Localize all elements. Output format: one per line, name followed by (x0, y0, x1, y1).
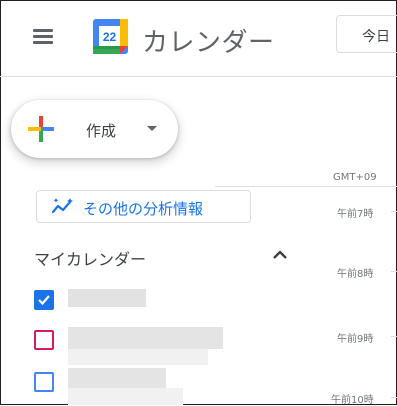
time-label-8am: 午前8時 (337, 269, 374, 280)
time-gridline (391, 271, 397, 272)
insights-icon (52, 198, 73, 214)
timezone-label: GMT+09 (333, 172, 377, 183)
time-gridline (391, 336, 397, 337)
calendar-name-redacted[interactable] (68, 368, 166, 388)
time-gridline (391, 211, 397, 212)
time-label-7am: 午前7時 (337, 209, 374, 220)
header-divider (0, 76, 397, 77)
time-label-10am: 午前10時 (331, 395, 374, 406)
time-label-9am: 午前9時 (337, 334, 374, 345)
more-insights-label: その他の分析情報 (83, 200, 204, 218)
create-button[interactable]: 作成 (11, 100, 178, 158)
main-menu-icon[interactable] (33, 27, 55, 45)
chevron-up-icon[interactable] (272, 250, 288, 260)
chevron-down-icon[interactable] (147, 126, 157, 131)
grid-divider (215, 186, 397, 187)
app-title: カレンダー (142, 28, 275, 58)
calendar-name-redacted-line2 (68, 388, 183, 405)
calendar-logo-icon[interactable]: 22 (92, 18, 129, 55)
calendar-name-redacted-line2 (68, 349, 208, 365)
today-button-label: 今日 (362, 29, 390, 45)
calendar-checkbox[interactable] (34, 290, 54, 310)
create-button-label: 作成 (86, 122, 117, 140)
time-gridline (391, 397, 397, 398)
plus-icon (28, 116, 54, 142)
calendar-name-redacted[interactable] (68, 289, 146, 307)
calendar-name-redacted[interactable] (68, 327, 223, 349)
logo-day-text: 22 (103, 30, 117, 44)
today-button[interactable]: 今日 (336, 15, 397, 53)
calendar-checkbox[interactable] (34, 330, 54, 350)
calendar-checkbox[interactable] (34, 372, 54, 392)
more-insights-button[interactable]: その他の分析情報 (36, 190, 251, 223)
check-icon (38, 295, 50, 306)
my-calendars-heading: マイカレンダー (34, 250, 147, 269)
